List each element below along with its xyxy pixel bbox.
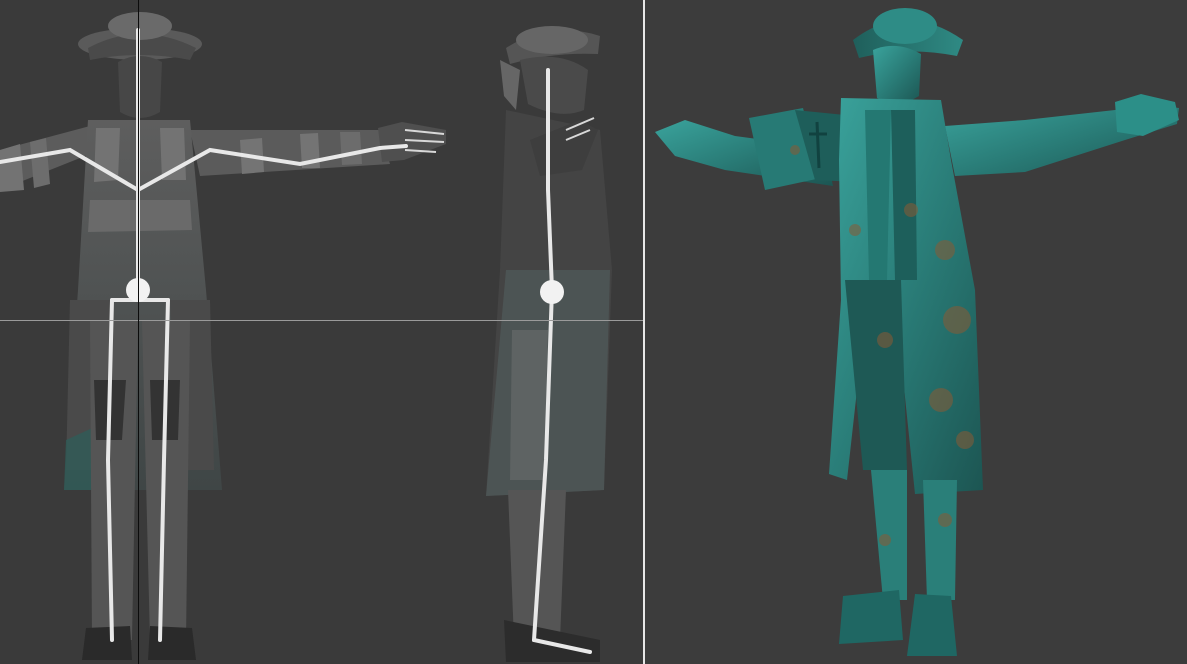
viewport-grid-horizontal-axis [0,320,643,321]
viewport-grid-vertical-axis [138,0,139,664]
render-viewport[interactable] [645,0,1187,664]
textured-statue-character [655,8,1179,656]
rig-viewport[interactable] [0,0,643,664]
side-view-character [486,26,612,662]
